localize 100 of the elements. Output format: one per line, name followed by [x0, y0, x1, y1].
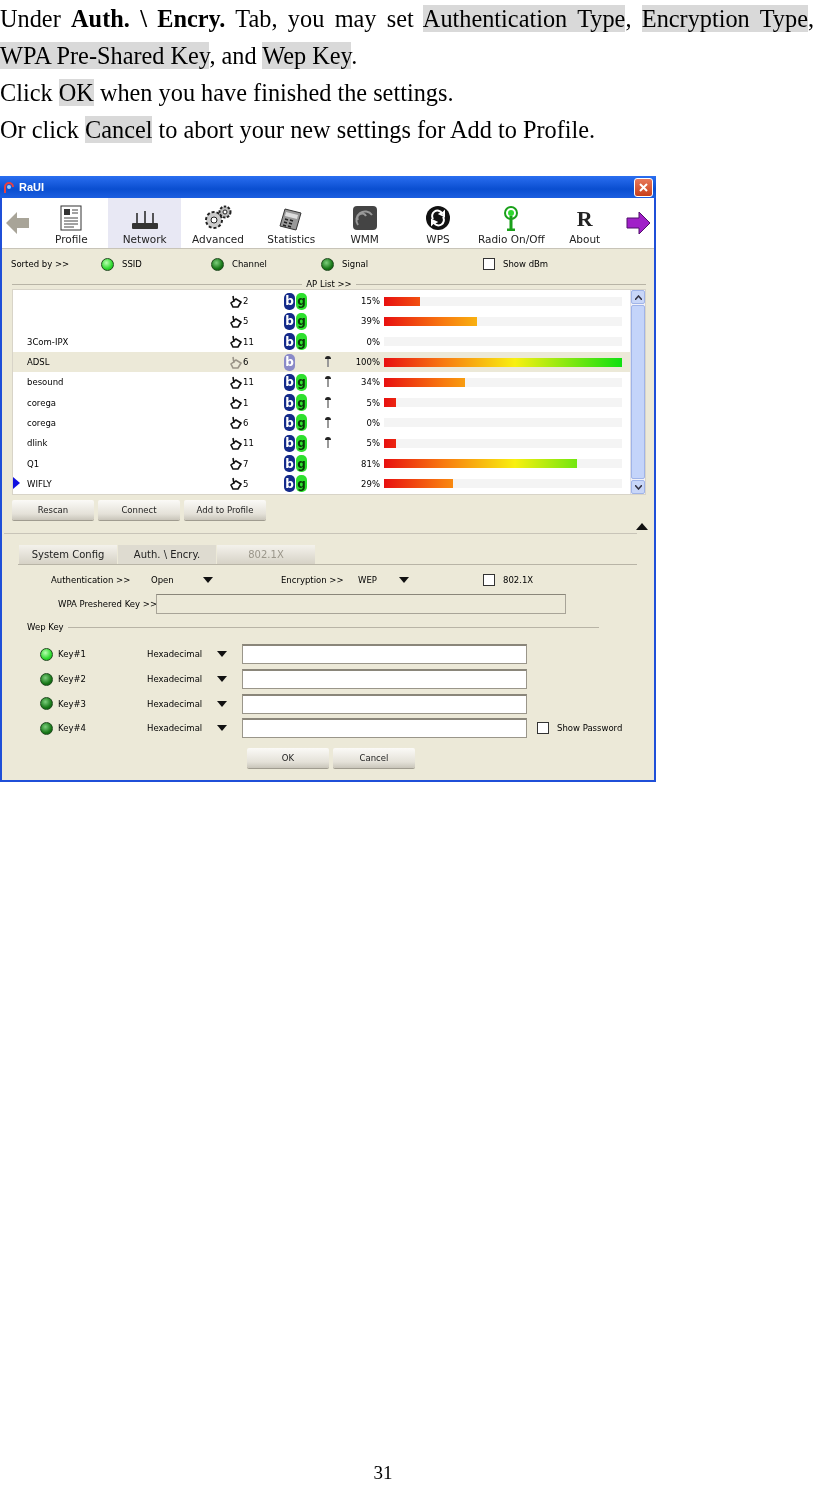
antenna-hand-icon — [229, 416, 242, 430]
mode-badge: g — [296, 475, 307, 493]
gears-icon — [203, 205, 233, 231]
mode-badge: b — [284, 373, 295, 391]
list-button[interactable]: Connect — [98, 500, 180, 520]
toolbar-button[interactable]: Profile — [34, 198, 109, 248]
sort-label: Sorted by >> — [11, 259, 71, 269]
checkbox-label: Show Password — [557, 723, 623, 734]
channel-number: 7 — [243, 458, 249, 469]
ap-row[interactable]: WIFLY 5 b g 29% — [13, 473, 630, 494]
ap-row[interactable]: 3Com-IPX 11 b g 0% — [13, 331, 630, 352]
toolbar-button[interactable]: R About — [548, 198, 622, 248]
mode-badge: b — [284, 455, 295, 472]
channel-number: 2 — [243, 296, 249, 307]
dialog-button[interactable]: OK — [247, 747, 329, 768]
channel-number: 11 — [243, 336, 254, 347]
checkbox[interactable] — [483, 258, 495, 270]
input-field[interactable] — [242, 644, 527, 665]
mode-badge: g — [296, 312, 307, 330]
ssid-text: corega — [27, 417, 56, 428]
close-button[interactable] — [634, 177, 653, 197]
input-field[interactable] — [242, 669, 527, 690]
signal-percent: 39% — [360, 316, 381, 327]
mode-badge: g — [296, 373, 307, 391]
tab[interactable]: Auth. \ Encry. — [118, 545, 216, 564]
ssid-text: besound — [27, 377, 64, 388]
group-title: AP List >> — [306, 279, 352, 289]
radio-button[interactable] — [40, 697, 53, 711]
signal-percent: 5% — [365, 397, 381, 408]
radio-label: Channel — [232, 259, 267, 269]
body-paragraph: Click OK when you have finished the settings. — [0, 78, 455, 108]
collapse-icon[interactable] — [636, 523, 648, 530]
radio-label: SSID — [122, 259, 142, 269]
format-dropdown[interactable]: Hexadecimal — [147, 723, 227, 734]
radio-button[interactable] — [211, 257, 224, 271]
antenna-hand-icon — [229, 355, 242, 369]
ap-row[interactable]: Q1 7 b g 81% — [13, 453, 630, 474]
key-label: Key#2 — [58, 674, 86, 685]
ssid-text: dlink — [27, 438, 48, 449]
antenna-hand-icon — [229, 396, 242, 410]
key-label: Key#3 — [58, 698, 86, 709]
radio-button[interactable] — [40, 672, 53, 686]
key-label: Key#4 — [58, 723, 86, 734]
mode-badge: b — [284, 434, 295, 452]
antenna-hand-icon — [229, 294, 242, 308]
caret-icon — [217, 676, 227, 683]
channel-number: 6 — [243, 357, 249, 368]
ap-row[interactable]: besound 11 b g 34% — [13, 372, 630, 393]
toolbar-button[interactable]: Network — [108, 198, 182, 248]
channel-number: 11 — [243, 438, 254, 449]
ssid-text: WIFLY — [27, 478, 52, 489]
encryption-dropdown[interactable]: WEP — [358, 575, 409, 585]
antenna-hand-icon — [229, 375, 242, 389]
caret-icon — [217, 725, 227, 732]
ap-row[interactable]: 2 b g 15% — [13, 291, 630, 312]
radio-button[interactable] — [321, 257, 334, 271]
mode-badge: b — [284, 414, 295, 432]
channel-number: 1 — [243, 397, 249, 408]
toolbar-button[interactable]: WPS — [401, 198, 475, 248]
signal-percent: 29% — [360, 478, 381, 489]
format-dropdown[interactable]: Hexadecimal — [147, 649, 227, 660]
scrollbar[interactable] — [630, 290, 645, 494]
dialog-button[interactable]: Cancel — [333, 747, 415, 768]
caret-icon — [399, 577, 409, 583]
toolbar-button[interactable]: Radio On/Off — [474, 198, 548, 248]
input-field[interactable] — [242, 693, 527, 714]
radio-button[interactable] — [40, 721, 53, 735]
about-logo-icon: R — [576, 207, 593, 231]
ap-row[interactable]: ADSL 6 b 100% — [13, 351, 630, 373]
authentication-dropdown[interactable]: Open — [151, 575, 213, 585]
list-button[interactable]: Add to Profile — [184, 500, 266, 520]
format-dropdown[interactable]: Hexadecimal — [147, 674, 227, 685]
field-label: WPA Preshered Key >> — [58, 599, 158, 609]
toolbar-button[interactable]: WMM — [328, 198, 402, 248]
signal-percent: 15% — [360, 296, 381, 307]
toolbar-button[interactable]: Advanced — [181, 198, 255, 248]
antenna-hand-icon — [229, 314, 242, 328]
ap-row[interactable]: corega 6 b g 0% — [13, 412, 630, 434]
antenna-hand-icon — [229, 457, 242, 470]
antenna-hand-icon — [229, 335, 242, 349]
ap-row[interactable]: corega 1 b g 5% — [13, 392, 630, 413]
format-dropdown[interactable]: Hexadecimal — [147, 698, 227, 709]
ap-row[interactable]: 5 b g 39% — [13, 311, 630, 332]
signal-percent: 34% — [360, 377, 381, 388]
app-logo-icon — [3, 180, 15, 194]
radio-button[interactable] — [40, 647, 53, 661]
ap-row[interactable]: dlink 11 b g 5% — [13, 433, 630, 454]
calculator-icon — [279, 207, 304, 231]
toolbar-button[interactable]: Statistics — [254, 198, 328, 248]
checkbox[interactable] — [537, 722, 549, 735]
channel-number: 5 — [243, 316, 249, 327]
forward-arrow-icon[interactable] — [625, 212, 650, 234]
radio-button[interactable] — [101, 257, 114, 271]
signal-percent: 81% — [360, 458, 381, 469]
input-field[interactable] — [242, 718, 527, 739]
checkbox[interactable] — [483, 574, 495, 586]
list-button[interactable]: Rescan — [12, 500, 94, 520]
tab[interactable]: System Config — [19, 545, 117, 564]
signal-percent: 100% — [354, 357, 381, 368]
wireless-box-icon — [351, 205, 378, 231]
